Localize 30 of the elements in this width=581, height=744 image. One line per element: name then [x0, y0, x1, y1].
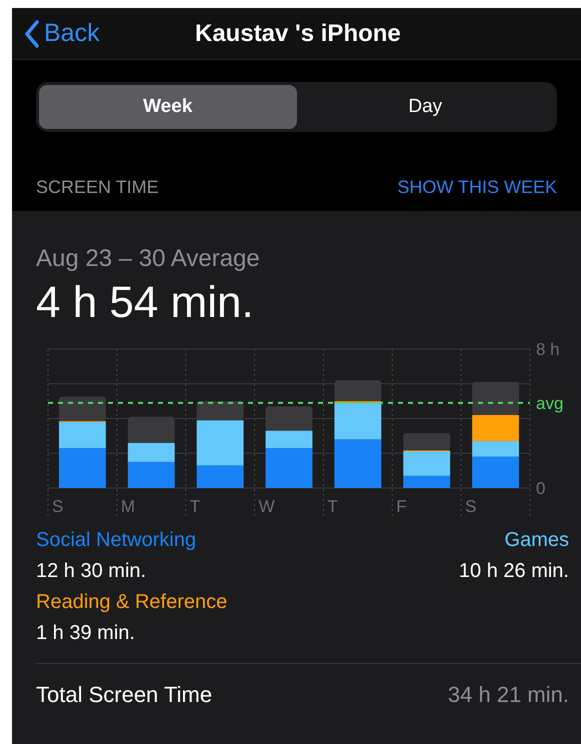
section-header: SCREEN TIME — [36, 176, 159, 199]
screen-title: Kaustav 's iPhone — [195, 18, 401, 48]
bar-segment — [334, 439, 382, 488]
category-time: 12 h 30 min. — [36, 559, 146, 584]
back-button[interactable]: Back — [12, 14, 100, 52]
category-time: 10 h 26 min. — [458, 559, 569, 584]
total-value: 34 h 21 min. — [448, 681, 569, 709]
day-label: S — [465, 497, 476, 516]
average-time: 4 h 54 min. — [36, 277, 255, 329]
chevron-left-icon — [24, 20, 40, 48]
day-label: S — [52, 497, 64, 516]
axis-label: 8 h — [536, 340, 560, 359]
segment-tab[interactable]: Week — [39, 85, 296, 129]
axis-label: 0 — [536, 479, 546, 498]
category-name: Social Networking — [36, 528, 196, 553]
total-label: Total Screen Time — [36, 681, 212, 709]
day-label: M — [120, 497, 136, 516]
day-label: T — [327, 497, 338, 516]
category-name: Reading & Reference — [36, 590, 228, 615]
date-range: Aug 23 – 30 Average — [36, 244, 261, 274]
average-label: avg — [536, 394, 564, 413]
bar-segment — [128, 442, 175, 462]
day-label: F — [396, 497, 407, 516]
bar-segment — [128, 462, 175, 488]
category-time: 1 h 39 min. — [36, 621, 135, 646]
day-label: W — [258, 497, 275, 516]
day-label: T — [190, 497, 200, 516]
segment-tab[interactable]: Day — [296, 85, 554, 129]
category-name: Games — [504, 528, 569, 553]
show-this-week-link[interactable]: SHOW THIS WEEK — [397, 174, 557, 201]
